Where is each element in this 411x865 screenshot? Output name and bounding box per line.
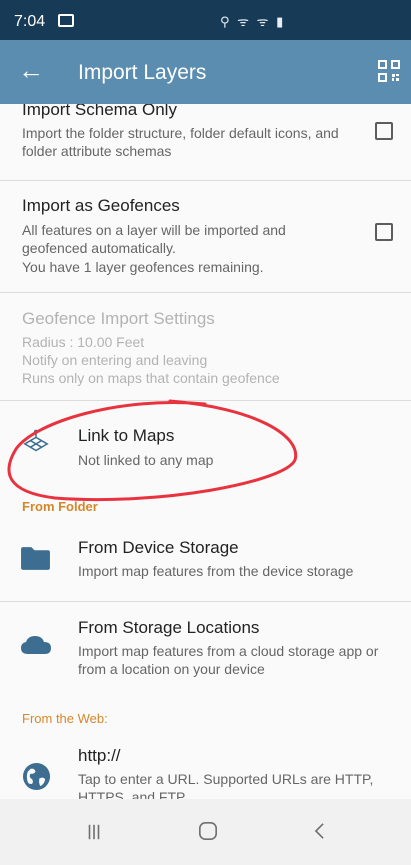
http-url-title: http:// <box>78 746 121 765</box>
geofence-radius-text: Radius : 10.00 Feet <box>22 334 145 350</box>
geofence-notify-text: Notify on entering and leaving <box>22 352 208 368</box>
status-icons: ⚲ ᯤ ᯤ ▮ <box>220 14 286 29</box>
from-storage-locations-description: Import map features from a cloud storage… <box>78 643 379 677</box>
folder-icon <box>21 547 50 570</box>
import-schema-only-title: Import Schema Only <box>22 104 177 119</box>
from-device-storage-title: From Device Storage <box>78 538 239 557</box>
app-bar: ← Import Layers <box>0 40 411 104</box>
import-schema-only-description: Import the folder structure, folder defa… <box>22 125 339 159</box>
image-notification-icon <box>58 14 74 27</box>
from-web-header: From the Web: <box>22 711 108 726</box>
geofence-import-settings-row: Geofence Import Settings Radius : 10.00 … <box>0 293 411 400</box>
import-schema-only-row[interactable]: Import Schema Only Import the folder str… <box>0 104 411 174</box>
link-to-maps-status: Not linked to any map <box>78 452 214 468</box>
geofences-remaining-text: You have 1 layer geofences remaining. <box>22 259 264 275</box>
from-storage-locations-title: From Storage Locations <box>78 618 260 637</box>
http-url-description: Tap to enter a URL. Supported URLs are H… <box>78 771 374 799</box>
import-as-geofences-row[interactable]: Import as Geofences All features on a la… <box>0 181 411 291</box>
status-bar: 7:04 ⚲ ᯤ ᯤ ▮ <box>0 0 411 40</box>
system-navigation-bar <box>0 799 411 865</box>
from-storage-locations-row[interactable]: From Storage Locations Import map featur… <box>0 602 411 698</box>
cloud-icon <box>21 636 51 654</box>
map-layers-icon <box>23 429 49 452</box>
page-title: Import Layers <box>78 61 207 84</box>
back-icon[interactable] <box>313 822 326 840</box>
link-to-maps-row[interactable]: Link to Maps Not linked to any map <box>0 401 411 496</box>
import-as-geofences-title: Import as Geofences <box>22 196 180 215</box>
recent-apps-icon[interactable] <box>86 823 102 841</box>
import-as-geofences-description: All features on a layer will be imported… <box>22 222 286 256</box>
globe-icon <box>22 762 51 791</box>
status-time: 7:04 <box>14 13 46 30</box>
geofence-import-settings-title: Geofence Import Settings <box>22 309 215 328</box>
qr-code-icon[interactable] <box>378 60 400 82</box>
from-folder-header: From Folder <box>22 499 98 514</box>
import-options-list: Import Schema Only Import the folder str… <box>0 104 411 799</box>
back-arrow-icon[interactable]: ← <box>18 57 44 83</box>
from-device-storage-description: Import map features from the device stor… <box>78 563 354 579</box>
link-to-maps-title: Link to Maps <box>78 426 175 445</box>
import-schema-only-checkbox[interactable] <box>375 122 393 140</box>
http-url-row[interactable]: http:// Tap to enter a URL. Supported UR… <box>0 734 411 799</box>
import-as-geofences-checkbox[interactable] <box>375 223 393 241</box>
geofence-runs-text: Runs only on maps that contain geofence <box>22 370 280 386</box>
home-icon[interactable] <box>198 821 218 841</box>
from-device-storage-row[interactable]: From Device Storage Import map features … <box>0 524 411 602</box>
